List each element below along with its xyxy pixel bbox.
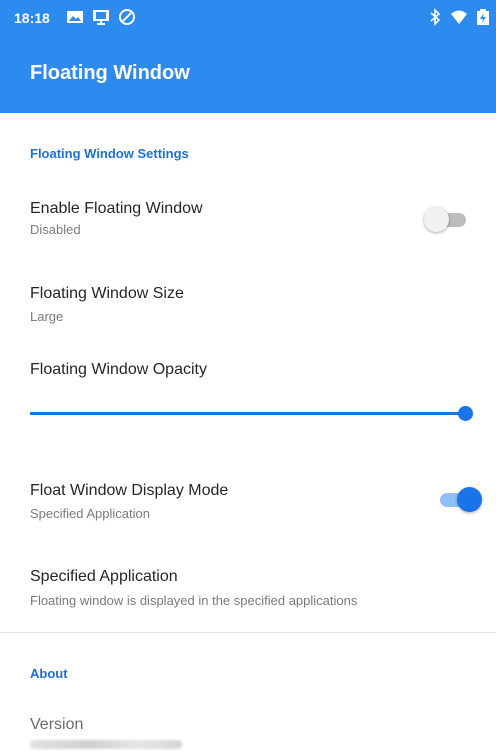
enable-floating-window-toggle[interactable] — [424, 205, 472, 233]
floating-window-opacity-pref: Floating Window Opacity — [0, 350, 496, 440]
sync-icon — [119, 9, 135, 25]
image-icon — [67, 11, 83, 23]
bluetooth-icon — [430, 8, 441, 26]
enable-floating-window-pref[interactable]: Enable Floating Window Disabled — [0, 185, 496, 245]
specified-application-pref[interactable]: Specified Application Floating window is… — [0, 550, 496, 620]
pref-summary: Large — [30, 309, 64, 324]
display-mode-toggle[interactable] — [434, 485, 482, 513]
cast-icon — [93, 10, 109, 25]
pref-title: Floating Window Size — [30, 285, 184, 302]
pref-title: Enable Floating Window — [30, 200, 203, 217]
pref-title: Specified Application — [30, 568, 178, 585]
slider-fill — [30, 412, 466, 415]
opacity-slider[interactable] — [30, 402, 473, 426]
page-title: Floating Window — [30, 62, 190, 84]
battery-icon — [477, 9, 489, 25]
status-time: 18:18 — [14, 10, 50, 26]
pref-summary: Floating window is displayed in the spec… — [30, 593, 358, 608]
section-divider — [0, 632, 496, 633]
pref-title: Floating Window Opacity — [30, 361, 207, 378]
status-bar: 18:18 — [0, 0, 496, 36]
toggle-thumb — [424, 207, 449, 232]
pref-title: Float Window Display Mode — [30, 482, 229, 499]
pref-title: Version — [30, 716, 84, 733]
pref-summary: Disabled — [30, 222, 81, 237]
floating-window-size-pref[interactable]: Floating Window Size Large — [0, 270, 496, 330]
pref-summary: Specified Application — [30, 506, 150, 521]
float-window-display-mode-pref[interactable]: Float Window Display Mode Specified Appl… — [0, 465, 496, 530]
wifi-icon — [451, 10, 467, 24]
settings-section-header: Floating Window Settings — [30, 146, 189, 161]
app-bar: 18:18 Floating Window — [0, 0, 496, 113]
toggle-thumb — [457, 487, 482, 512]
about-section-header: About — [30, 666, 68, 681]
version-value-redacted — [30, 740, 182, 749]
slider-thumb[interactable] — [457, 406, 473, 421]
